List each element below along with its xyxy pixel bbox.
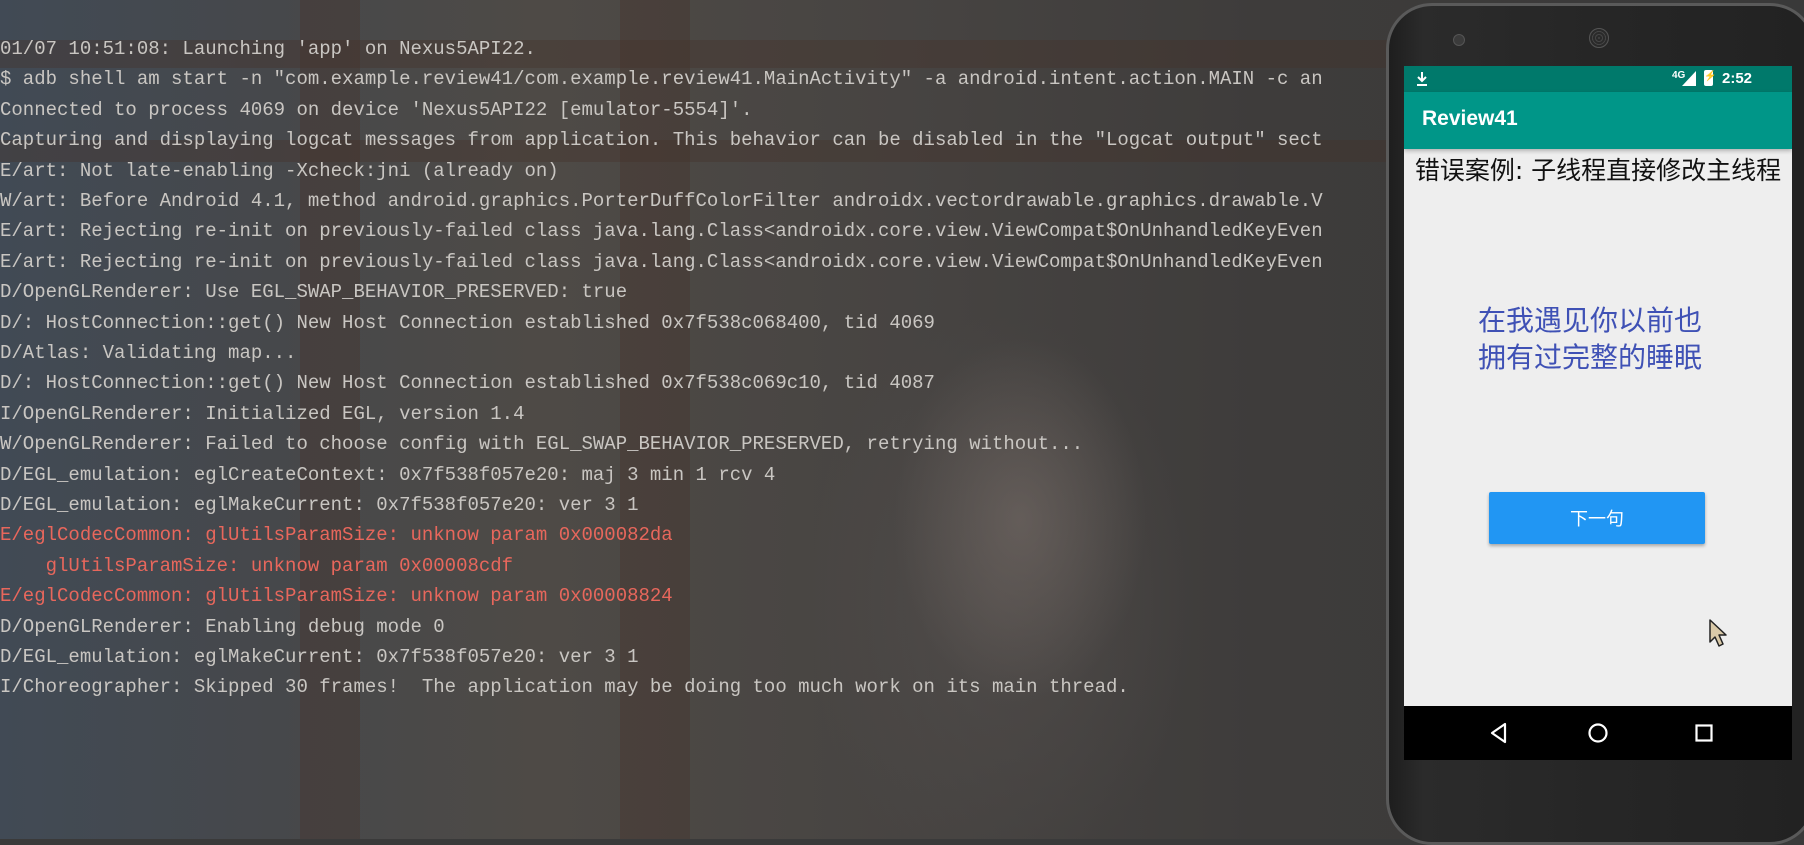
mouse-cursor-icon [1709, 619, 1727, 647]
next-sentence-button[interactable]: 下一句 [1489, 492, 1705, 544]
log-line: E/eglCodecCommon: glUtilsParamSize: unkn… [0, 524, 673, 546]
log-line: D/EGL_emulation: eglCreateContext: 0x7f5… [0, 464, 776, 486]
back-icon[interactable] [1486, 720, 1512, 746]
poem-text: 在我遇见你以前也拥有过完整的睡眠 [1478, 304, 1703, 374]
log-line: Connected to process 4069 on device 'Nex… [0, 99, 753, 121]
log-line: D/EGL_emulation: eglMakeCurrent: 0x7f538… [0, 494, 639, 516]
log-line: glUtilsParamSize: unknow param 0x00008cd… [0, 555, 514, 577]
status-time: 2:52 [1722, 70, 1753, 87]
log-line: I/Choreographer: Skipped 30 frames! The … [0, 676, 1129, 698]
signal-icon [1682, 71, 1696, 86]
log-line: D/OpenGLRenderer: Use EGL_SWAP_BEHAVIOR_… [0, 281, 628, 303]
log-line: I/OpenGLRenderer: Initialized EGL, versi… [0, 403, 525, 425]
log-line: W/OpenGLRenderer: Failed to choose confi… [0, 433, 1084, 455]
front-camera-icon [1453, 34, 1465, 46]
download-icon [1417, 72, 1427, 86]
log-line: W/art: Before Android 4.1, method androi… [0, 190, 1323, 212]
case-title: 错误案例: 子线程直接修改主线程 [1414, 156, 1782, 185]
status-bar: 4G 2:52 [1404, 66, 1792, 92]
log-line: Capturing and displaying logcat messages… [0, 129, 1323, 151]
log-line: D/: HostConnection::get() New Host Conne… [0, 372, 935, 394]
log-line: E/art: Not late-enabling -Xcheck:jni (al… [0, 160, 559, 182]
app-title: Review41 [1422, 107, 1518, 130]
log-line: E/eglCodecCommon: glUtilsParamSize: unkn… [0, 585, 673, 607]
log-line: E/art: Rejecting re-init on previously-f… [0, 251, 1323, 273]
logcat-console[interactable]: 01/07 10:51:08: Launching 'app' on Nexus… [0, 34, 1390, 834]
recents-icon[interactable] [1691, 720, 1717, 746]
battery-charging-icon [1704, 70, 1716, 86]
log-line: D/EGL_emulation: eglMakeCurrent: 0x7f538… [0, 646, 639, 668]
log-line: D/OpenGLRenderer: Enabling debug mode 0 [0, 616, 445, 638]
home-icon[interactable] [1585, 720, 1611, 746]
log-line: 01/07 10:51:08: Launching 'app' on Nexus… [0, 38, 536, 60]
phone-screen: 4G 2:52 Review41 错误案例: 子线程直接修改主线程 在我遇见你以… [1404, 66, 1792, 760]
log-line: E/art: Rejecting re-init on previously-f… [0, 220, 1323, 242]
log-line: D/: HostConnection::get() New Host Conne… [0, 312, 935, 334]
nav-bar [1404, 706, 1792, 760]
log-line: D/Atlas: Validating map... [0, 342, 297, 364]
app-bar: Review41 [1404, 92, 1792, 149]
earpiece-grill [1589, 28, 1609, 48]
log-line: $ adb shell am start -n "com.example.rev… [0, 68, 1323, 90]
